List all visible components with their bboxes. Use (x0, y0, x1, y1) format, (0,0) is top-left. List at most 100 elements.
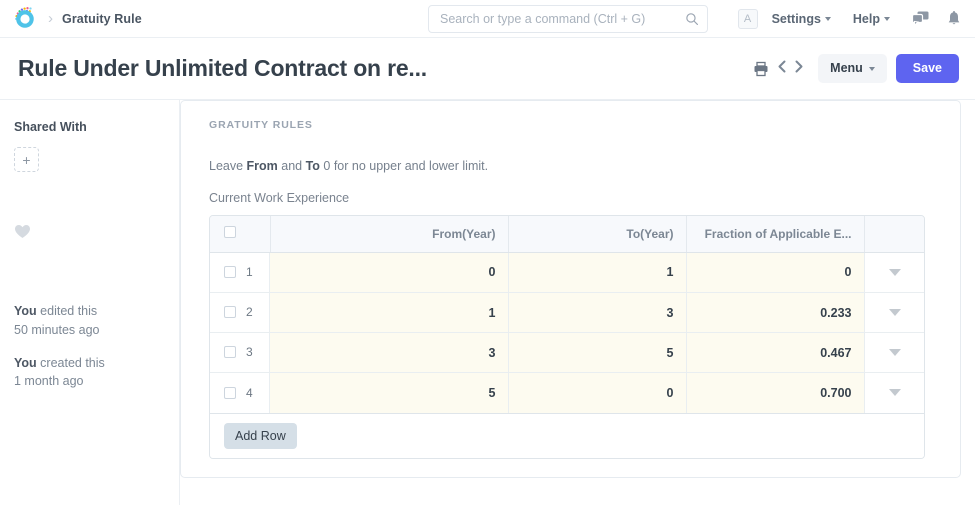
activity-time: 50 minutes ago (14, 322, 100, 337)
header-from-year[interactable]: From(Year) (270, 216, 509, 253)
save-button[interactable]: Save (895, 54, 959, 83)
row-actions-cell[interactable] (864, 372, 924, 413)
heart-icon[interactable] (14, 224, 163, 244)
cell-fraction[interactable]: 0 (686, 252, 865, 293)
form-hint: Leave From and To 0 for no upper and low… (209, 159, 940, 173)
page-body: Shared With + You edited this 50 minutes… (0, 100, 975, 505)
cell-fraction[interactable]: 0.233 (686, 292, 865, 333)
cell-to-year[interactable]: 5 (508, 332, 687, 373)
cell-from-year[interactable]: 3 (270, 332, 509, 373)
caret-down-icon[interactable] (889, 349, 902, 356)
hint-post: 0 for no upper and lower limit. (319, 159, 489, 173)
cell-fraction[interactable]: 0.700 (686, 372, 865, 413)
chevron-left-icon[interactable] (776, 59, 789, 79)
cell-from-year[interactable]: 0 (270, 252, 509, 293)
breadcrumb-chevron-icon: › (48, 10, 53, 27)
printer-icon[interactable] (753, 61, 769, 77)
main-content: GRATUITY RULES Leave From and To 0 for n… (180, 100, 975, 505)
gratuity-rules-grid: From(Year) To(Year) Fraction of Applicab… (209, 215, 925, 459)
breadcrumb[interactable]: Gratuity Rule (62, 12, 142, 26)
settings-menu[interactable]: Settings (772, 12, 831, 26)
menu-button-label: Menu (830, 61, 863, 76)
search-icon[interactable] (685, 12, 699, 26)
chevron-down-icon (824, 16, 831, 21)
table-row[interactable]: 2 1 3 0.233 (210, 292, 924, 333)
grid-footer: Add Row (210, 412, 924, 458)
caret-down-icon[interactable] (889, 268, 902, 276)
help-label: Help (852, 11, 880, 26)
table-body: 1 0 1 0 2 1 3 0.233 3 3 5 0.467 4 5 0 0.… (210, 252, 924, 413)
menu-button[interactable]: Menu (818, 54, 887, 83)
row-select-cell[interactable]: 4 (210, 372, 270, 413)
hint-from: From (246, 159, 278, 173)
page-titlebar: Rule Under Unlimited Contract on re... M… (0, 38, 975, 100)
record-navigation (776, 59, 805, 79)
caret-down-icon[interactable] (889, 309, 902, 316)
caret-down-icon[interactable] (889, 389, 902, 397)
select-all-checkbox[interactable] (224, 226, 236, 239)
activity-action: created this (36, 355, 105, 370)
table-header-row: From(Year) To(Year) Fraction of Applicab… (210, 216, 924, 253)
chevron-down-icon (884, 16, 890, 21)
sidebar: Shared With + You edited this 50 minutes… (0, 100, 180, 505)
grid-field-label: Current Work Experience (209, 191, 350, 205)
help-menu[interactable]: Help (853, 12, 890, 26)
row-number: 2 (246, 305, 253, 319)
hint-mid: and (277, 159, 306, 173)
search-box[interactable] (428, 5, 708, 33)
row-select-cell[interactable]: 2 (210, 292, 270, 333)
cell-to-year[interactable]: 1 (508, 252, 687, 293)
row-actions-cell[interactable] (864, 292, 924, 333)
cell-from-year[interactable]: 1 (270, 292, 509, 333)
row-actions-cell[interactable] (864, 252, 924, 293)
chevron-right-icon[interactable] (792, 59, 805, 79)
search-container (428, 5, 708, 33)
navbar-right: A Settings Help (737, 8, 963, 29)
activity-actor: You (14, 304, 37, 318)
header-fraction[interactable]: Fraction of Applicable E... (686, 216, 865, 253)
activity-created: You created this 1 month ago (14, 354, 163, 392)
row-select-cell[interactable]: 3 (210, 332, 270, 373)
header-actions (864, 216, 924, 253)
cell-fraction[interactable]: 0.467 (686, 332, 865, 373)
settings-label: Settings (771, 11, 821, 26)
section-label: GRATUITY RULES (209, 119, 313, 131)
header-to-year[interactable]: To(Year) (508, 216, 687, 253)
row-actions-cell[interactable] (864, 332, 924, 373)
frappe-logo[interactable] (10, 4, 40, 34)
cell-to-year[interactable]: 3 (508, 292, 687, 333)
table-row[interactable]: 1 0 1 0 (210, 252, 924, 293)
table-row[interactable]: 4 5 0 0.700 (210, 372, 924, 413)
header-select-all[interactable] (210, 216, 271, 253)
chevron-down-icon (868, 66, 875, 71)
row-number: 3 (246, 345, 253, 359)
table-row[interactable]: 3 3 5 0.467 (210, 332, 924, 373)
hint-pre: Leave (209, 159, 247, 173)
activity-time: 1 month ago (14, 374, 84, 389)
activity-actor: You (14, 355, 37, 370)
row-checkbox[interactable] (224, 306, 236, 318)
add-row-button[interactable]: Add Row (224, 422, 297, 449)
row-select-cell[interactable]: 1 (210, 252, 270, 293)
gratuity-rules-table: From(Year) To(Year) Fraction of Applicab… (210, 216, 924, 413)
cell-from-year[interactable]: 5 (270, 372, 509, 413)
search-input[interactable] (440, 12, 685, 26)
titlebar-actions: Menu Save (753, 54, 959, 83)
avatar[interactable]: A (737, 8, 758, 29)
cell-to-year[interactable]: 0 (508, 372, 687, 413)
row-checkbox[interactable] (224, 346, 236, 358)
row-checkbox[interactable] (224, 386, 236, 399)
activity-log: You edited this 50 minutes ago You creat… (14, 302, 163, 391)
chat-bubbles-icon[interactable] (912, 11, 929, 26)
row-number: 1 (246, 265, 253, 279)
row-number: 4 (246, 385, 253, 400)
activity-edited: You edited this 50 minutes ago (14, 302, 163, 340)
hint-to: To (305, 159, 320, 173)
shared-with-label: Shared With (14, 120, 87, 134)
top-navbar: › Gratuity Rule A Settings Help (0, 0, 975, 38)
activity-action: edited this (36, 304, 98, 318)
notification-bell-icon[interactable] (947, 10, 961, 27)
row-checkbox[interactable] (224, 266, 236, 278)
add-share-button[interactable]: + (14, 147, 39, 172)
form-card: GRATUITY RULES Leave From and To 0 for n… (180, 100, 961, 478)
